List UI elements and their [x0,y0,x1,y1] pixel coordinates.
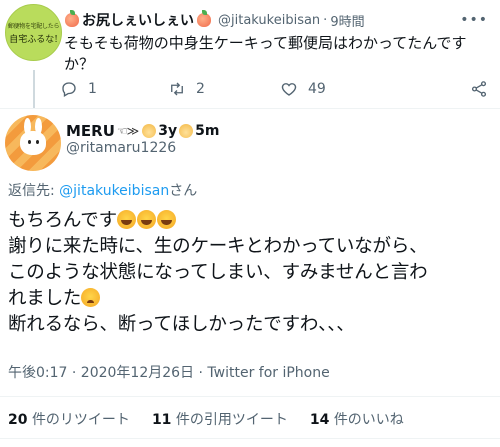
display-name[interactable]: お尻しぇいしぇい [82,10,194,30]
user-handle[interactable]: @ritamaru1226 [66,140,176,156]
quotes-stat[interactable]: 11 件の引用ツイート [152,409,288,429]
share-icon [471,81,487,97]
reply-to-suffix: さん [169,183,198,199]
avatar[interactable] [5,115,61,171]
stat-label: 件のリツイート [31,412,130,428]
pleading-face-emoji-icon [81,288,101,307]
likes-stat[interactable]: 14 件のいいね [310,409,404,429]
avatar-graphic [20,131,46,155]
tweet-header: お尻しぇいしぇい @jitakukeibisan · 9時間 [64,9,365,31]
stat-number: 14 [309,412,330,428]
avatar-text: 自宅ふるな! [9,34,58,45]
reply-to: 返信先: @jitakukeibisanさん [8,180,197,200]
avatar[interactable]: 郵便物を宅配したら 自宅ふるな! [5,4,62,61]
tweet-text-line: 断れるなら、断ってほしかったですわ、、、 [8,314,355,335]
display-name[interactable]: MERU [66,122,115,140]
heart-icon [281,83,297,96]
baby-emoji-icon [179,124,194,138]
divider [0,438,500,439]
stat-number: 11 [151,412,172,428]
rofl-emoji-icon [136,210,156,229]
stat-number: 20 [8,412,28,428]
tweet-text-line: 謝りに来た時に、生のケーキとわかっていながら、 [8,236,428,257]
peach-emoji-icon [65,10,79,27]
divider [0,108,500,109]
name-age: 5m [195,123,220,139]
parent-tweet[interactable]: 郵便物を宅配したら 自宅ふるな! お尻しぇいしぇい @jitakukeibisa… [0,0,500,108]
tweet-text-segment: れました [8,288,82,309]
avatar-graphic [28,140,31,144]
stat-label: 件のいいね [333,412,404,428]
avatar-text: 郵便物を宅配したら [7,22,60,30]
tweet-time[interactable]: 9時間 [330,11,364,30]
tweet-text-line: れました [8,286,493,312]
tweet-text-line: このような状態になってしまい、すみませんと言わ [8,262,428,283]
tweet-actions: 1 2 49 [60,80,490,102]
reply-button[interactable]: 1 [60,80,97,98]
thread-line [33,70,35,108]
like-button[interactable]: 49 [280,80,326,98]
tweet-text-line: もちろんです [8,208,493,234]
peach-emoji-icon [197,10,211,27]
retweet-count: 2 [196,81,205,97]
reply-count: 1 [88,81,97,97]
name-age: 3y [158,123,178,139]
tweet-text: そもそも荷物の中身生ケーキって郵便局はわかってたんですか？ [64,34,467,73]
rofl-emoji-icon [116,210,136,229]
avatar-graphic [36,140,39,144]
reply-to-handle-link[interactable]: @jitakukeibisan [59,183,169,199]
retweet-button[interactable]: 2 [168,80,205,98]
baby-emoji-icon [142,124,157,138]
user-handle[interactable]: @jitakukeibisan [218,13,320,28]
divider [0,396,500,397]
tweet-stats: 20 件のリツイート 11 件の引用ツイート 14 件のいいね [8,409,426,429]
name-decoration: ☜≫ [116,124,139,138]
rofl-emoji-icon [156,210,176,229]
retweets-stat[interactable]: 20 件のリツイート [8,409,130,429]
more-dots-icon[interactable]: ••• [460,12,488,28]
tweet-timestamp[interactable]: 午後0:17 · 2020年12月26日 · Twitter for iPhon… [8,362,330,382]
tweet-text-segment: もちろんです [8,210,117,231]
tweet-text: もちろんです 謝りに来た時に、生のケーキとわかっていながら、 このような状態にな… [8,208,493,338]
reply-icon [62,82,76,97]
separator: · [323,12,328,28]
like-count: 49 [308,81,326,97]
reply-to-prefix: 返信先: [8,183,60,199]
stat-label: 件の引用ツイート [175,412,288,428]
retweet-icon [171,82,183,96]
user-name-row[interactable]: MERU ☜≫ 3y 5m [66,120,219,142]
share-button[interactable] [470,80,498,98]
